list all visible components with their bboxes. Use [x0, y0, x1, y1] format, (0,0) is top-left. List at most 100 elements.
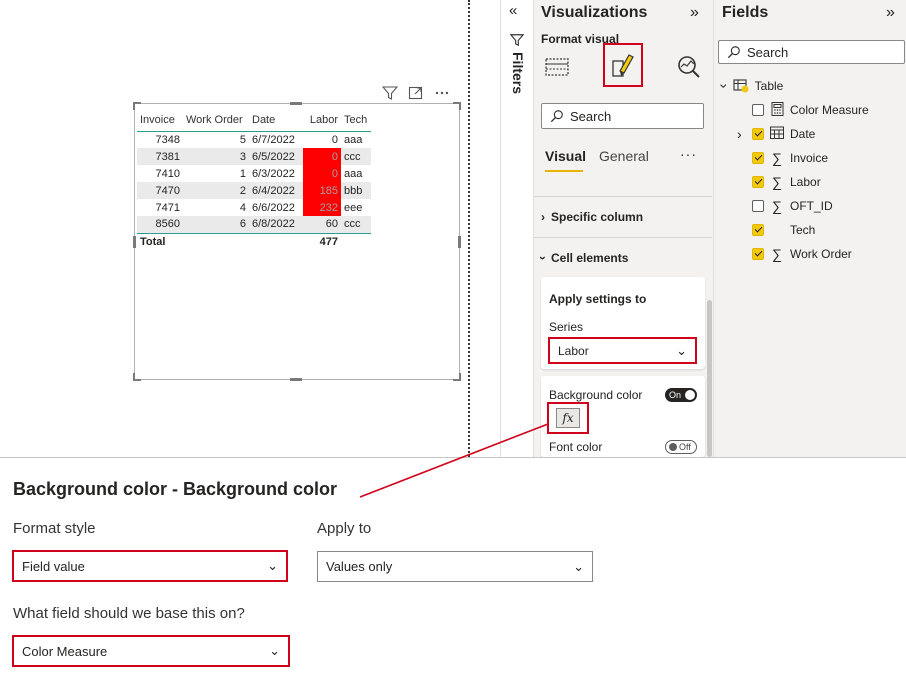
chevron-double-right-icon[interactable]: » — [886, 4, 895, 22]
table-cell-date: 6/8/2022 — [249, 216, 303, 233]
resize-handle[interactable] — [453, 373, 461, 381]
column-header-labor[interactable]: Labor — [303, 109, 341, 132]
field-name: OFT_ID — [790, 199, 833, 213]
field-item[interactable]: Color Measure — [752, 101, 869, 118]
apply-to-dropdown[interactable]: Values only ⌄ — [317, 551, 593, 582]
table-cell-empty — [183, 232, 249, 250]
section-specific-column-label: Specific column — [551, 210, 644, 224]
font-color-toggle[interactable]: Off — [665, 440, 697, 454]
background-color-label: Background color — [549, 388, 643, 402]
field-name: Invoice — [790, 151, 829, 165]
table-row: 7348 5 6/7/2022 0 aaa — [137, 131, 371, 148]
table-cell-date: 6/7/2022 — [252, 133, 295, 146]
table-cell-tech: aaa — [344, 133, 363, 146]
field-checkbox[interactable] — [752, 152, 764, 164]
table-cell-work-order: 2 — [183, 182, 249, 199]
toggle-off-text: Off — [679, 442, 691, 452]
more-options-icon[interactable] — [434, 85, 450, 101]
field-item[interactable]: ∑ OFT_ID — [752, 198, 833, 214]
base-field-label: What field should we base this on? — [13, 605, 245, 622]
sigma-icon: ∑ — [772, 198, 782, 214]
resize-handle[interactable] — [453, 102, 461, 110]
conditional-format-fx-button[interactable]: fx — [547, 402, 589, 434]
sigma-icon: ∑ — [772, 150, 782, 166]
field-item[interactable]: ∑ Work Order — [752, 246, 852, 262]
field-name: Work Order — [790, 247, 852, 261]
resize-handle[interactable] — [133, 236, 136, 248]
table-cell-labor: 0 — [303, 148, 341, 165]
base-field-dropdown[interactable]: Color Measure ⌄ — [12, 635, 290, 667]
field-item[interactable]: › Date — [737, 126, 815, 142]
column-header-date[interactable]: Date — [249, 109, 303, 132]
field-item[interactable]: ∑ Invoice — [752, 150, 828, 166]
chevron-double-left-icon[interactable]: « — [509, 2, 517, 19]
viz-scrollbar[interactable] — [707, 300, 712, 457]
field-checkbox[interactable] — [752, 128, 764, 140]
focus-mode-icon[interactable] — [408, 85, 424, 101]
table-cell-tech: aaa — [344, 167, 363, 180]
series-label: Series — [549, 320, 584, 334]
table-cell-invoice: 7471 — [155, 201, 180, 214]
table-icon — [733, 79, 749, 93]
chevron-right-icon[interactable]: › — [737, 126, 742, 142]
column-header-work-order[interactable]: Work Order — [183, 109, 249, 132]
table-cell-date: 6/4/2022 — [249, 182, 303, 199]
apply-to-value: Values only — [326, 559, 393, 574]
series-dropdown[interactable]: Labor ⌄ — [548, 337, 697, 364]
format-style-value: Field value — [22, 558, 85, 574]
divider — [534, 237, 712, 238]
table-row: 7470 2 6/4/2022 185 bbb — [137, 182, 371, 199]
column-header-tech[interactable]: Tech — [341, 109, 371, 132]
resize-handle[interactable] — [458, 236, 461, 248]
table-cell-tech: ccc — [341, 216, 371, 233]
format-style-label: Format style — [13, 520, 96, 537]
format-visual-button[interactable] — [603, 43, 643, 87]
tab-visual[interactable]: Visual — [545, 148, 586, 164]
search-icon — [727, 46, 740, 59]
table-cell-work-order: 5 — [239, 133, 246, 146]
fields-search-placeholder: Search — [747, 44, 789, 60]
resize-handle[interactable] — [133, 373, 141, 381]
table-cell-empty — [249, 232, 303, 250]
field-checkbox[interactable] — [752, 248, 764, 260]
column-header-invoice[interactable]: Invoice — [137, 109, 183, 132]
chevron-double-right-icon[interactable]: » — [690, 4, 699, 22]
field-checkbox[interactable] — [752, 200, 764, 212]
viz-search-input[interactable]: Search — [541, 103, 704, 129]
filter-icon[interactable] — [382, 85, 398, 101]
section-cell-elements[interactable]: › Cell elements — [536, 251, 628, 265]
format-style-dropdown[interactable]: Field value ⌄ — [12, 550, 288, 582]
chevron-right-icon: › — [541, 210, 545, 224]
analytics-magnifier-icon — [678, 56, 700, 78]
field-item[interactable]: Tech — [752, 222, 815, 238]
table-node[interactable]: › Table — [716, 78, 784, 94]
build-visual-button[interactable] — [540, 50, 574, 84]
background-color-toggle[interactable]: On — [665, 388, 697, 402]
table-name: Table — [754, 79, 784, 93]
field-checkbox[interactable] — [752, 104, 764, 116]
fields-search-input[interactable]: Search — [718, 40, 905, 64]
table-cell-work-order: 6 — [183, 216, 249, 233]
field-item[interactable]: ∑ Labor — [752, 174, 821, 190]
filters-label[interactable]: Filters — [510, 52, 526, 94]
field-name: Color Measure — [790, 103, 869, 117]
field-name: Labor — [790, 175, 821, 189]
chevron-down-icon: ⌄ — [267, 558, 278, 573]
tab-general[interactable]: General — [599, 148, 649, 164]
viz-search-placeholder: Search — [570, 108, 612, 124]
resize-handle[interactable] — [290, 102, 302, 105]
resize-handle[interactable] — [290, 378, 302, 381]
table-total-row: Total 477 — [137, 232, 371, 250]
field-checkbox[interactable] — [752, 176, 764, 188]
series-dropdown-value: Labor — [558, 343, 589, 358]
more-options-button[interactable]: ··· — [680, 146, 697, 162]
base-field-value: Color Measure — [22, 643, 108, 659]
section-specific-column[interactable]: › Specific column — [541, 210, 643, 224]
active-tab-indicator — [545, 170, 583, 172]
table-cell-invoice: 7348 — [155, 133, 180, 146]
table-cell-work-order: 4 — [239, 201, 246, 214]
field-checkbox[interactable] — [752, 224, 764, 236]
table-row: 8560 6 6/8/2022 60 ccc — [137, 216, 371, 233]
analytics-button[interactable] — [672, 50, 706, 84]
dialog-title: Background color - Background color — [13, 479, 338, 499]
